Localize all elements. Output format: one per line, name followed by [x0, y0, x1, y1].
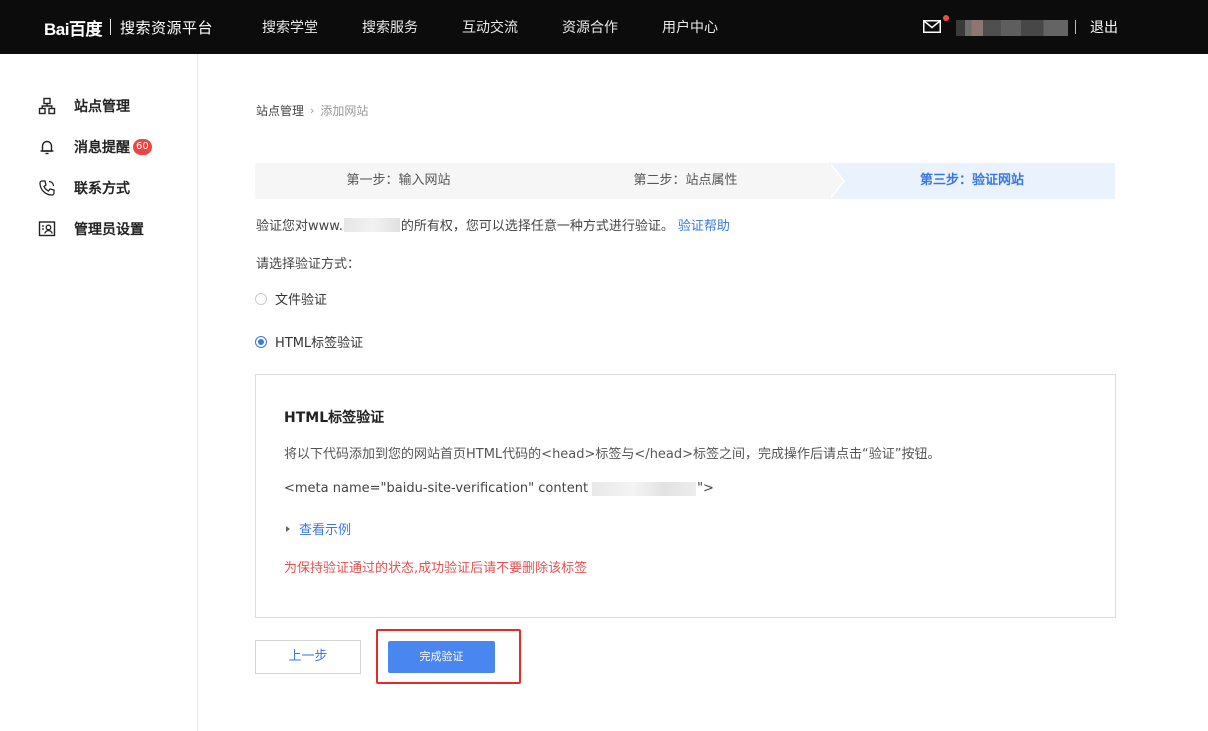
step-3-active: 第三步：验证网站 — [829, 163, 1115, 199]
desc-suffix: 的所有权，您可以选择任意一种方式进行验证。 — [400, 219, 674, 234]
code-prefix: <meta name="baidu-site-verification" con… — [284, 481, 589, 496]
step-indicator: 第一步：输入网站 第二步：站点属性 第三步：验证网站 — [255, 163, 1115, 199]
radio-html-tag-verification[interactable]: HTML标签验证 — [255, 332, 363, 351]
sidebar: 站点管理 消息提醒 60 联系方式 管理员设置 — [0, 54, 198, 731]
radio-label: HTML标签验证 — [275, 336, 364, 351]
platform-title: 搜索资源平台 — [119, 18, 213, 37]
nav-item-user-center[interactable]: 用户中心 — [662, 0, 718, 54]
view-example-toggle[interactable]: 查看示例 — [286, 519, 351, 538]
step-1: 第一步：输入网站 — [255, 163, 542, 199]
sidebar-item-label: 站点管理 — [74, 99, 130, 115]
warning-text: 为保持验证通过的状态,成功验证后请不要删除该标签 — [284, 561, 588, 576]
logo-text: Bai百度 — [44, 19, 102, 39]
sidebar-item-site-management[interactable]: 站点管理 — [38, 96, 130, 116]
sidebar-item-label: 管理员设置 — [74, 222, 144, 238]
prev-step-button[interactable]: 上一步 — [255, 640, 361, 674]
radio-label: 文件验证 — [275, 293, 328, 308]
step-label: 第二步：站点属性 — [633, 173, 738, 188]
breadcrumb-parent[interactable]: 站点管理 — [256, 102, 304, 119]
sidebar-item-label: 联系方式 — [74, 181, 130, 197]
nav-item-search-school[interactable]: 搜索学堂 — [262, 0, 318, 54]
panel-title: HTML标签验证 — [284, 410, 385, 426]
sidebar-item-contact[interactable]: 联系方式 — [38, 178, 130, 198]
choose-method-label: 请选择验证方式： — [256, 257, 361, 272]
sidebar-item-messages[interactable]: 消息提醒 60 — [38, 137, 152, 157]
main-nav: 搜索学堂 搜索服务 互动交流 资源合作 用户中心 — [262, 0, 762, 54]
phone-icon — [39, 180, 55, 196]
verify-description: 验证您对www. 的所有权，您可以选择任意一种方式进行验证。 验证帮助 — [256, 215, 730, 234]
chevron-right-icon: › — [310, 104, 315, 117]
masked-verification-code — [592, 481, 697, 496]
nav-item-search-service[interactable]: 搜索服务 — [362, 0, 418, 54]
bell-icon — [40, 140, 54, 155]
masked-domain — [343, 217, 400, 232]
baidu-logo[interactable]: Bai百度 搜索资源平台 — [44, 15, 213, 39]
top-navbar: Bai百度 搜索资源平台 搜索学堂 搜索服务 互动交流 资源合作 用户中心 退出 — [0, 0, 1208, 54]
breadcrumb: 站点管理 › 添加网站 — [256, 102, 368, 119]
nav-item-resources[interactable]: 资源合作 — [562, 0, 618, 54]
radio-button[interactable] — [255, 292, 267, 305]
logout-link[interactable]: 退出 — [1090, 17, 1118, 37]
example-link: 查看示例 — [299, 523, 352, 538]
complete-verification-button[interactable]: 完成验证 — [388, 641, 495, 673]
step-2: 第二步：站点属性 — [542, 163, 845, 199]
message-count-badge: 60 — [133, 139, 152, 155]
verify-help-link[interactable]: 验证帮助 — [678, 215, 730, 234]
step-label: 第一步：输入网站 — [346, 173, 451, 188]
sidebar-item-label: 消息提醒 — [74, 140, 130, 156]
radio-button-selected[interactable] — [255, 335, 267, 348]
logo-mark: Bai百度 — [44, 15, 102, 40]
header-divider — [1075, 20, 1076, 34]
admin-card-icon — [38, 221, 56, 237]
logo-divider — [109, 19, 111, 35]
username-masked[interactable] — [956, 20, 1068, 36]
mail-icon[interactable] — [923, 20, 941, 33]
nav-item-community[interactable]: 互动交流 — [462, 0, 518, 54]
sitemap-icon — [38, 97, 56, 115]
caret-right-icon — [286, 525, 290, 532]
step-arrow — [829, 163, 843, 199]
desc-prefix: 验证您对www. — [256, 219, 343, 234]
html-tag-panel: HTML标签验证 将以下代码添加到您的网站首页HTML代码的<head>标签与<… — [255, 374, 1116, 618]
step-label: 第三步：验证网站 — [919, 173, 1024, 188]
panel-instruction: 将以下代码添加到您的网站首页HTML代码的<head>标签与</head>标签之… — [284, 447, 941, 462]
code-suffix: "> — [697, 481, 714, 496]
radio-file-verification[interactable]: 文件验证 — [255, 289, 327, 308]
notification-dot — [943, 15, 949, 21]
breadcrumb-current: 添加网站 — [320, 104, 369, 118]
sidebar-item-admin-settings[interactable]: 管理员设置 — [38, 219, 144, 239]
meta-tag-code[interactable]: <meta name="baidu-site-verification" con… — [284, 481, 714, 496]
